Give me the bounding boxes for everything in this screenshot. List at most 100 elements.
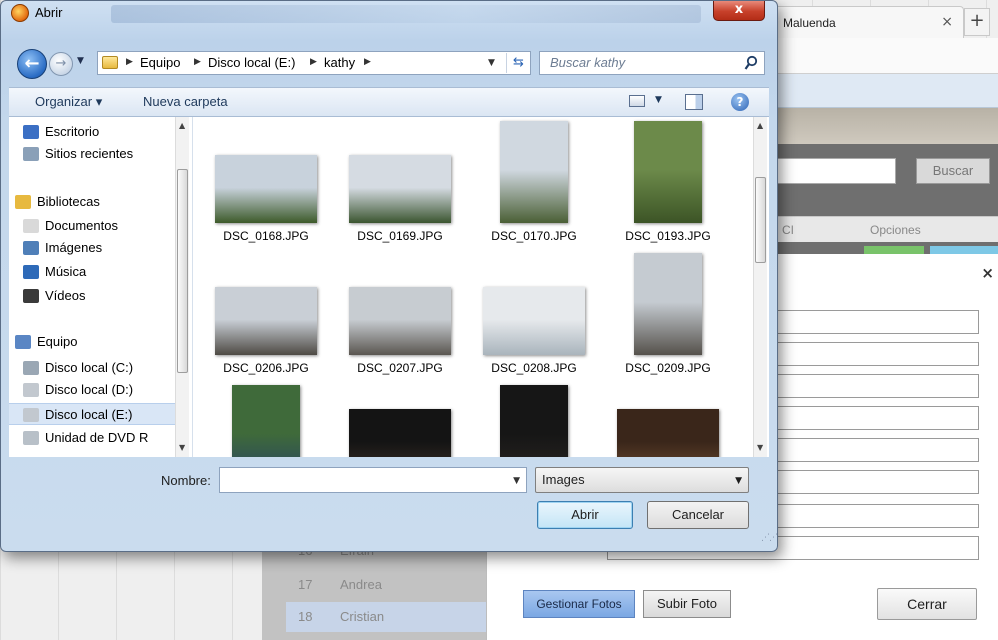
file-type-select[interactable]: Images ▼ [535, 467, 749, 493]
breadcrumb-separator-icon[interactable]: ▶ [310, 57, 317, 67]
organize-menu[interactable]: Organizar ▾ [35, 94, 102, 110]
photo-thumbnail [617, 409, 719, 457]
cancel-button[interactable]: Cancelar [647, 501, 749, 529]
sidebar-item-label: Equipo [37, 334, 78, 349]
sidebar-item-sitios-recientes[interactable]: Sitios recientes [9, 143, 179, 165]
list-item[interactable]: 18 Cristian [286, 602, 486, 632]
browser-toolbar [770, 74, 998, 108]
sidebar-item-disco-local-c[interactable]: Disco local (C:) [9, 357, 179, 379]
scroll-up-icon[interactable]: ▲ [757, 121, 763, 130]
back-arrow-icon[interactable]: ← [17, 49, 47, 79]
address-dropdown-icon[interactable]: ▼ [488, 58, 495, 68]
page-search-button[interactable]: Buscar [916, 158, 990, 184]
page-search-input[interactable] [770, 158, 896, 184]
help-icon[interactable]: ? [731, 93, 749, 111]
file-item[interactable]: DSC_0170.JPG [471, 121, 597, 249]
list-item[interactable]: 17 Andrea [286, 570, 486, 600]
column-header-ci: CI [782, 223, 794, 237]
navigation-scrollbar[interactable]: ▲ ▼ [175, 117, 189, 457]
dialog-close-button[interactable]: x [713, 1, 765, 21]
address-bar[interactable]: ▶ Equipo ▶ Disco local (E:) ▶ kathy ▶ ▼ … [97, 51, 531, 75]
scroll-down-icon[interactable]: ▼ [179, 443, 185, 452]
sidebar-item-label: Disco local (E:) [45, 407, 133, 422]
browser-address-bar[interactable] [770, 38, 998, 74]
filename-label: Nombre: [161, 473, 211, 488]
sidebar-item-label: Documentos [45, 218, 118, 233]
breadcrumb-equipo[interactable]: Equipo [140, 55, 180, 70]
file-name: DSC_0206.JPG [223, 361, 309, 375]
refresh-icon[interactable]: ⇆ [506, 53, 530, 73]
open-file-dialog: Abrir x ← → ▼ ▶ Equipo ▶ Disco local (E:… [0, 0, 778, 552]
preview-pane-icon[interactable] [685, 94, 703, 110]
sidebar-item-equipo[interactable]: Equipo [9, 331, 179, 353]
file-item[interactable] [203, 385, 329, 457]
scrollbar-thumb[interactable] [755, 177, 766, 263]
scroll-up-icon[interactable]: ▲ [179, 121, 185, 130]
upload-photo-button[interactable]: Subir Foto [643, 590, 731, 618]
open-button[interactable]: Abrir [537, 501, 633, 529]
resize-grip-icon[interactable]: ⋰⋰ [761, 533, 778, 543]
file-item[interactable]: DSC_0209.JPG [605, 253, 731, 381]
browser-tab-title: Maluenda [783, 16, 836, 30]
titlebar-background [111, 5, 701, 23]
breadcrumb-drive-e[interactable]: Disco local (E:) [208, 55, 295, 70]
row-action-button-green[interactable] [864, 246, 924, 254]
file-item[interactable]: DSC_0169.JPG [337, 121, 463, 249]
file-name: DSC_0208.JPG [491, 361, 577, 375]
view-options-dropdown-icon[interactable]: ▼ [655, 95, 662, 105]
new-folder-button[interactable]: Nueva carpeta [143, 94, 228, 109]
chevron-down-icon[interactable]: ▼ [513, 476, 520, 486]
history-dropdown-icon[interactable]: ▼ [77, 56, 84, 66]
forward-arrow-icon[interactable]: → [49, 52, 73, 76]
file-item[interactable] [471, 385, 597, 457]
firefox-icon [11, 4, 29, 22]
sidebar-item-disco-local-d[interactable]: Disco local (D:) [9, 379, 179, 401]
sidebar-item-documentos[interactable]: Documentos [9, 215, 179, 237]
photo-thumbnail [634, 121, 702, 223]
file-item[interactable] [337, 385, 463, 457]
photo-thumbnail [349, 409, 451, 457]
breadcrumb-kathy[interactable]: kathy [324, 55, 355, 70]
sidebar-item-label: Bibliotecas [37, 194, 100, 209]
file-item[interactable]: DSC_0206.JPG [203, 253, 329, 381]
scroll-down-icon[interactable]: ▼ [757, 443, 763, 452]
sidebar-item-escritorio[interactable]: Escritorio [9, 121, 179, 143]
photo-thumbnail [634, 253, 702, 355]
libraries-icon [15, 195, 31, 209]
dvd-icon [23, 431, 39, 445]
close-button[interactable]: Cerrar [877, 588, 977, 620]
breadcrumb-separator-icon[interactable]: ▶ [364, 57, 371, 67]
file-item[interactable]: DSC_0193.JPG [605, 121, 731, 249]
file-item[interactable]: DSC_0207.JPG [337, 253, 463, 381]
sidebar-item-imágenes[interactable]: Imágenes [9, 237, 179, 259]
search-placeholder: Buscar kathy [550, 55, 626, 70]
change-view-icon[interactable] [629, 95, 645, 107]
photo-thumbnail [483, 287, 585, 355]
modal-close-icon[interactable]: × [981, 264, 994, 282]
row-action-button-blue[interactable] [930, 246, 998, 254]
sidebar-item-bibliotecas[interactable]: Bibliotecas [9, 191, 179, 213]
breadcrumb-separator-icon: ▶ [126, 57, 133, 67]
dialog-title: Abrir [35, 5, 63, 20]
file-item[interactable]: DSC_0168.JPG [203, 121, 329, 249]
sidebar-item-unidad-de-dvd-r[interactable]: Unidad de DVD R [9, 427, 179, 449]
file-item[interactable]: DSC_0208.JPG [471, 253, 597, 381]
sidebar-item-label: Imágenes [45, 240, 103, 255]
file-item[interactable] [605, 385, 731, 457]
search-box[interactable]: Buscar kathy [539, 51, 765, 75]
new-tab-button[interactable]: + [964, 8, 990, 36]
breadcrumb-separator-icon[interactable]: ▶ [194, 57, 201, 67]
sidebar-item-música[interactable]: Música [9, 261, 179, 283]
scrollbar-thumb[interactable] [177, 169, 188, 373]
sidebar-item-disco-local-e[interactable]: Disco local (E:) [9, 403, 179, 425]
search-icon[interactable] [744, 55, 758, 71]
manage-photos-button[interactable]: Gestionar Fotos [523, 590, 635, 618]
tab-close-icon[interactable]: × [941, 14, 953, 30]
command-bar: Organizar ▾ Nueva carpeta ▼ ? [9, 87, 769, 117]
photo-thumbnail [349, 155, 451, 223]
sidebar-item-vídeos[interactable]: Vídeos [9, 285, 179, 307]
browser-tab[interactable]: Maluenda × [770, 6, 964, 38]
filename-input[interactable]: ▼ [219, 467, 527, 493]
people-list: 16 Efrain 17 Andrea 18 Cristian [262, 540, 486, 640]
content-scrollbar[interactable]: ▲ ▼ [753, 117, 767, 457]
